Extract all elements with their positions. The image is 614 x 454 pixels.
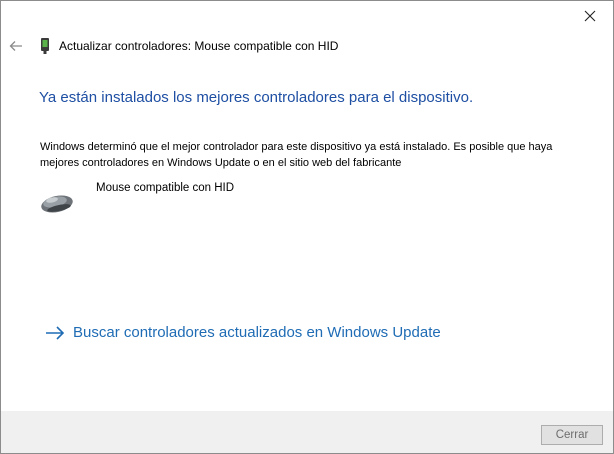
- search-windows-update-link[interactable]: Buscar controladores actualizados en Win…: [45, 324, 441, 341]
- window-title: Actualizar controladores: Mouse compatib…: [59, 39, 339, 53]
- close-button[interactable]: Cerrar: [541, 425, 603, 445]
- update-drivers-dialog: Actualizar controladores: Mouse compatib…: [0, 0, 614, 454]
- device-manager-icon: [41, 38, 49, 54]
- device-name: Mouse compatible con HID: [96, 182, 235, 194]
- back-arrow-icon: [9, 41, 22, 51]
- description-text: Windows determinó que el mejor controlad…: [40, 141, 553, 169]
- mouse-icon: [41, 195, 73, 213]
- back-button[interactable]: [7, 36, 25, 56]
- dialog-footer: Cerrar: [1, 411, 613, 453]
- arrow-right-icon: [46, 325, 65, 340]
- close-icon: [584, 10, 596, 22]
- window-close-button[interactable]: [567, 1, 613, 31]
- update-link-label: Buscar controladores actualizados en Win…: [73, 324, 441, 341]
- page-heading: Ya están instalados los mejores controla…: [39, 89, 474, 106]
